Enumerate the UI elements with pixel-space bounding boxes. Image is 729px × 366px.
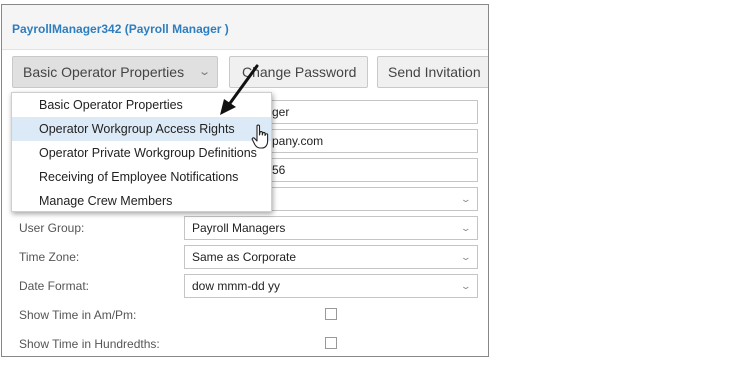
show-hundredths-label: Show Time in Hundredths: [19,337,160,351]
menu-item-workgroup-access-rights[interactable]: Operator Workgroup Access Rights [12,117,271,141]
user-group-label: User Group: [19,221,85,235]
show-ampm-label: Show Time in Am/Pm: [19,308,137,322]
date-format-select[interactable]: dow mmm-dd yy ⌄ [184,274,478,298]
operator-panel: PayrollManager342 (Payroll Manager ) Bas… [1,4,489,357]
user-group-select[interactable]: Payroll Managers ⌄ [184,216,478,240]
menu-item-employee-notifications[interactable]: Receiving of Employee Notifications [12,165,271,189]
date-format-label: Date Format: [19,279,90,293]
properties-dropdown-button[interactable]: Basic Operator Properties ⌄ [12,56,218,88]
time-zone-select[interactable]: Same as Corporate ⌄ [184,245,478,269]
hand-cursor-icon [251,124,269,149]
menu-item-private-workgroup-definitions[interactable]: Operator Private Workgroup Definitions [12,141,271,165]
time-zone-label: Time Zone: [19,250,80,264]
properties-dropdown-label: Basic Operator Properties [23,64,185,80]
chevron-down-icon: ⌄ [460,252,472,262]
page-title: PayrollManager342 (Payroll Manager ) [12,22,229,36]
chevron-down-icon: ⌄ [460,194,472,204]
send-invitation-button[interactable]: Send Invitation [377,56,488,88]
panel-header: PayrollManager342 (Payroll Manager ) [2,5,488,50]
show-hundredths-checkbox[interactable] [325,337,337,349]
arrow-annotation-icon [220,64,259,115]
chevron-down-icon: ⌄ [460,281,472,291]
show-ampm-checkbox[interactable] [325,308,337,320]
menu-item-manage-crew-members[interactable]: Manage Crew Members [12,189,271,213]
chevron-down-icon: ⌄ [460,223,472,233]
chevron-down-icon: ⌄ [197,66,211,78]
